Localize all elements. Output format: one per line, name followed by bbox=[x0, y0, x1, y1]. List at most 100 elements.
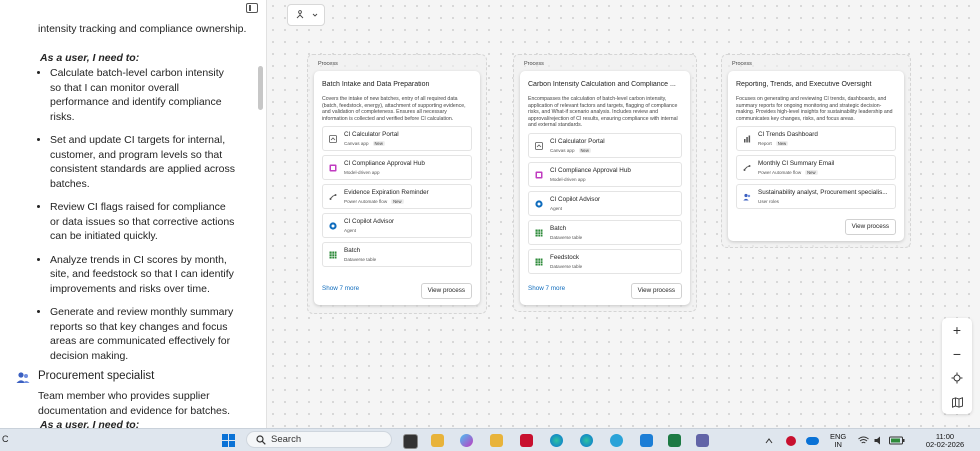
language-bottom: IN bbox=[834, 440, 842, 449]
new-badge: New bbox=[805, 170, 818, 176]
edge-active-icon[interactable] bbox=[580, 434, 593, 447]
security-tray-icon[interactable] bbox=[786, 436, 796, 446]
collapse-panel-button[interactable] bbox=[246, 3, 258, 13]
item-type: Model-driven app bbox=[344, 170, 380, 176]
item-type: Canvas app bbox=[344, 141, 369, 147]
item-type: Report bbox=[758, 141, 772, 147]
item-type: User roles bbox=[758, 199, 779, 205]
clock[interactable]: 11:00 02-02-2026 bbox=[910, 433, 980, 449]
panel-scrollbar[interactable] bbox=[258, 66, 263, 110]
component-item[interactable]: CI Trends Dashboard Report New bbox=[736, 126, 896, 152]
hierarchy-icon bbox=[296, 10, 304, 19]
volume-icon[interactable] bbox=[874, 436, 884, 445]
process-description: Focuses on generating and reviewing CI t… bbox=[736, 96, 893, 122]
agent-icon bbox=[535, 200, 543, 208]
minimap-button[interactable] bbox=[942, 390, 972, 414]
item-type: Power Automate flow bbox=[344, 199, 388, 205]
role-need-label: As a user, I need to: bbox=[40, 419, 140, 428]
component-item[interactable]: CI Calculator Portal Canvas app New bbox=[322, 126, 472, 152]
agent-icon bbox=[329, 222, 337, 230]
process-label: Process bbox=[732, 61, 752, 67]
show-more-link[interactable]: Show 7 more bbox=[322, 285, 359, 292]
component-item[interactable]: CI Calculator Portal Canvas app New bbox=[528, 132, 682, 158]
process-group: Process Carbon Intensity Calculation and… bbox=[513, 54, 697, 312]
item-type: Canvas app bbox=[550, 147, 575, 153]
file-explorer-icon[interactable] bbox=[431, 434, 444, 447]
people-icon bbox=[16, 372, 30, 383]
task-view-icon[interactable] bbox=[403, 434, 418, 449]
component-item[interactable]: Sustainability analyst, Procurement spec… bbox=[736, 184, 896, 210]
view-process-button[interactable]: View process bbox=[420, 283, 472, 299]
new-badge: New bbox=[775, 141, 789, 147]
notepad-icon[interactable] bbox=[640, 434, 653, 447]
item-type: Model-driven app bbox=[550, 176, 586, 182]
teams-icon[interactable] bbox=[696, 434, 709, 447]
canvas-app-icon bbox=[535, 142, 543, 150]
process-title: Carbon Intensity Calculation and Complia… bbox=[528, 81, 676, 88]
item-name: CI Copilot Advisor bbox=[550, 195, 601, 203]
process-group: Process Reporting, Trends, and Executive… bbox=[721, 54, 911, 248]
chevron-up-icon[interactable] bbox=[765, 438, 773, 444]
item-name: Sustainability analyst, Procurement spec… bbox=[758, 189, 888, 197]
taskbar-search[interactable]: Search bbox=[246, 431, 392, 448]
component-item[interactable]: CI Compliance Approval Hub Model-driven … bbox=[528, 161, 682, 187]
process-card[interactable]: Carbon Intensity Calculation and Complia… bbox=[520, 71, 690, 305]
chevron-down-icon bbox=[312, 13, 318, 17]
show-more-link[interactable]: Show 7 more bbox=[528, 285, 565, 292]
wifi-icon[interactable] bbox=[858, 436, 869, 445]
item-type: Dataverse table bbox=[550, 234, 583, 240]
table-icon bbox=[535, 229, 543, 237]
component-item[interactable]: Batch Dataverse table bbox=[322, 242, 472, 268]
view-mode-dropdown[interactable] bbox=[287, 4, 325, 26]
table-icon bbox=[329, 251, 337, 259]
component-item[interactable]: CI Compliance Approval Hub Model-driven … bbox=[322, 155, 472, 181]
edge-icon[interactable] bbox=[550, 434, 563, 447]
need-label: As a user, I need to: bbox=[40, 52, 140, 64]
list-item: Set and update CI targets for internal, … bbox=[50, 133, 236, 191]
copilot-icon[interactable] bbox=[460, 434, 473, 447]
user-roles-icon bbox=[743, 193, 751, 201]
component-item[interactable]: CI Copilot Advisor Agent bbox=[528, 190, 682, 216]
table-icon bbox=[535, 258, 543, 266]
item-name: CI Calculator Portal bbox=[344, 131, 399, 139]
item-name: Monthly CI Summary Email bbox=[758, 160, 835, 168]
component-item[interactable]: Feedstock Dataverse table bbox=[528, 248, 682, 274]
folder-icon[interactable] bbox=[490, 434, 503, 447]
view-process-button[interactable]: View process bbox=[844, 219, 896, 235]
component-item[interactable]: Batch Dataverse table bbox=[528, 219, 682, 245]
search-icon bbox=[256, 435, 266, 445]
windows-start-icon[interactable] bbox=[222, 434, 235, 447]
component-item[interactable]: CI Copilot Advisor Agent bbox=[322, 213, 472, 239]
item-name: CI Compliance Approval Hub bbox=[344, 160, 425, 168]
process-card[interactable]: Reporting, Trends, and Executive Oversig… bbox=[728, 71, 904, 241]
process-description: Covers the intake of new batches, entry … bbox=[322, 96, 466, 122]
cortana-icon[interactable] bbox=[610, 434, 623, 447]
process-card[interactable]: Batch Intake and Data Preparation Covers… bbox=[314, 71, 480, 305]
role-title: Procurement specialist bbox=[38, 370, 155, 382]
view-process-button[interactable]: View process bbox=[630, 283, 682, 299]
zoom-in-button[interactable]: + bbox=[942, 318, 972, 342]
new-badge: New bbox=[372, 141, 385, 147]
onedrive-icon[interactable] bbox=[806, 437, 819, 445]
process-label: Process bbox=[318, 61, 338, 67]
item-type: Dataverse table bbox=[550, 263, 583, 269]
excel-icon[interactable] bbox=[668, 434, 681, 447]
clock-date: 02-02-2026 bbox=[925, 440, 965, 449]
component-item[interactable]: Evidence Expiration Reminder Power Autom… bbox=[322, 184, 472, 210]
list-item: Analyze trends in CI scores by month, si… bbox=[50, 253, 236, 297]
process-canvas[interactable]: Process Batch Intake and Data Preparatio… bbox=[267, 0, 980, 428]
zoom-out-button[interactable]: − bbox=[942, 342, 972, 366]
intro-text: intensity tracking and compliance owners… bbox=[38, 23, 247, 35]
item-name: CI Calculator Portal bbox=[550, 137, 605, 145]
item-type: Power Automate flow bbox=[758, 170, 802, 176]
item-type: Agent bbox=[344, 228, 357, 234]
new-badge: New bbox=[391, 199, 404, 205]
role-description: Team member who provides supplier docume… bbox=[38, 390, 231, 417]
battery-icon[interactable] bbox=[889, 436, 905, 445]
mcafee-icon[interactable] bbox=[520, 434, 533, 447]
weather-indicator[interactable]: C bbox=[2, 434, 9, 444]
search-label: Search bbox=[271, 434, 302, 445]
fit-view-button[interactable] bbox=[942, 366, 972, 390]
flow-icon bbox=[743, 164, 751, 172]
component-item[interactable]: Monthly CI Summary Email Power Automate … bbox=[736, 155, 896, 181]
